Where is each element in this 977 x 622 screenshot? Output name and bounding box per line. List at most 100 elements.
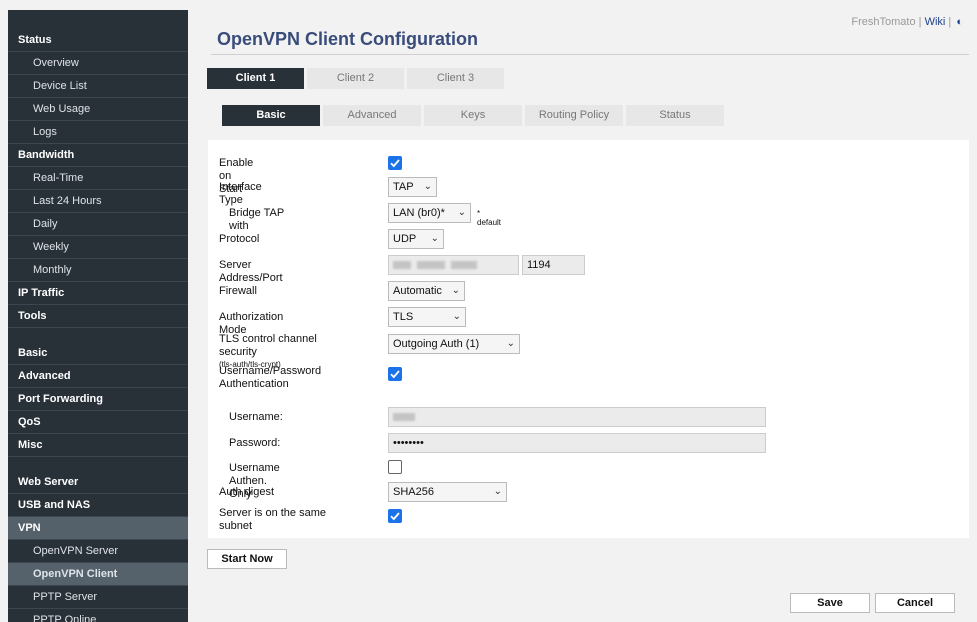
enable-on-start-checkbox[interactable] xyxy=(388,156,402,170)
auth-digest-select[interactable]: SHA256 ⌄ xyxy=(388,482,507,502)
nav-item-web-usage[interactable]: Web Usage xyxy=(8,98,188,121)
interface-type-select[interactable]: TAP ⌄ xyxy=(388,177,437,197)
protocol-value: UDP xyxy=(393,233,417,245)
chevron-down-icon: ⌄ xyxy=(493,486,502,497)
cancel-button[interactable]: Cancel xyxy=(875,593,955,613)
sidebar-nav: Status Overview Device List Web Usage Lo… xyxy=(8,10,188,622)
row-bridge-tap: Bridge TAP with LAN (br0)* ⌄ * default xyxy=(219,203,501,232)
tls-control-select[interactable]: Outgoing Auth (1) ⌄ xyxy=(388,334,520,354)
auth-mode-value: TLS xyxy=(393,311,414,323)
nav-cat-tools[interactable]: Tools xyxy=(8,305,188,328)
nav-cat-usb-and-nas[interactable]: USB and NAS xyxy=(8,494,188,517)
brand-separator: | xyxy=(918,16,922,28)
brand-name: FreshTomato xyxy=(851,16,916,28)
nav-item-last-24-hours[interactable]: Last 24 Hours xyxy=(8,190,188,213)
nav-item-pptp-server[interactable]: PPTP Server xyxy=(8,586,188,609)
nav-cat-bandwidth[interactable]: Bandwidth xyxy=(8,144,188,167)
start-now-button[interactable]: Start Now xyxy=(207,549,287,569)
auth-digest-label: Auth digest xyxy=(219,486,275,498)
row-enable-on-start: Enable on Start xyxy=(219,156,402,195)
tab-client-2[interactable]: Client 2 xyxy=(307,68,404,89)
row-tls-control: TLS control channel security (tls-auth/t… xyxy=(219,333,520,369)
userpass-auth-label: Username/Password Authentication xyxy=(219,365,322,390)
page-title: OpenVPN Client Configuration xyxy=(217,29,478,49)
bridge-tap-select[interactable]: LAN (br0)* ⌄ xyxy=(388,203,471,223)
nav-item-weekly[interactable]: Weekly xyxy=(8,236,188,259)
firewall-value: Automatic xyxy=(393,285,442,297)
theme-toggle-icon[interactable]: ◐ xyxy=(956,16,963,28)
nav-cat-basic[interactable]: Basic xyxy=(8,342,188,365)
server-address-input[interactable] xyxy=(388,255,519,275)
nav-item-device-list[interactable]: Device List xyxy=(8,75,188,98)
bridge-tap-value: LAN (br0)* xyxy=(393,207,445,219)
server-port-input[interactable]: 1194 xyxy=(522,255,585,275)
redacted-text xyxy=(417,261,445,270)
password-label: Password: xyxy=(229,437,281,449)
tls-control-value: Outgoing Auth (1) xyxy=(393,338,480,350)
nav-cat-port-forwarding[interactable]: Port Forwarding xyxy=(8,388,188,411)
nav-cat-ip-traffic[interactable]: IP Traffic xyxy=(8,282,188,305)
nav-item-logs[interactable]: Logs xyxy=(8,121,188,144)
chevron-down-icon: ⌄ xyxy=(430,233,439,244)
tab-client-3[interactable]: Client 3 xyxy=(407,68,504,89)
nav-cat-vpn[interactable]: VPN xyxy=(8,517,188,540)
nav-item-overview[interactable]: Overview xyxy=(8,52,188,75)
firewall-select[interactable]: Automatic ⌄ xyxy=(388,281,465,301)
protocol-select[interactable]: UDP ⌄ xyxy=(388,229,444,249)
redacted-text xyxy=(393,261,411,270)
save-button[interactable]: Save xyxy=(790,593,870,613)
row-protocol: Protocol UDP ⌄ xyxy=(219,229,444,249)
username-label: Username: xyxy=(229,411,283,423)
bridge-default-note: * default xyxy=(477,209,502,227)
tab-keys[interactable]: Keys xyxy=(424,105,522,126)
row-auth-mode: Authorization Mode TLS ⌄ xyxy=(219,307,466,336)
nav-item-monthly[interactable]: Monthly xyxy=(8,259,188,282)
protocol-label: Protocol xyxy=(219,233,260,245)
redacted-text xyxy=(451,261,477,270)
nav-cat-web-server[interactable]: Web Server xyxy=(8,471,188,494)
chevron-down-icon: ⌄ xyxy=(457,207,466,218)
chevron-down-icon: ⌄ xyxy=(452,311,461,322)
chevron-down-icon: ⌄ xyxy=(451,285,460,296)
brand-separator-2: | xyxy=(948,16,952,28)
firewall-label: Firewall xyxy=(219,285,257,297)
tab-client-1[interactable]: Client 1 xyxy=(207,68,304,89)
row-auth-digest: Auth digest SHA256 ⌄ xyxy=(219,482,507,502)
tab-basic[interactable]: Basic xyxy=(222,105,320,126)
auth-digest-value: SHA256 xyxy=(393,486,434,498)
username-only-checkbox[interactable] xyxy=(388,460,402,474)
nav-cat-status[interactable]: Status xyxy=(8,29,188,52)
row-interface-type: Interface Type TAP ⌄ xyxy=(219,177,437,206)
wiki-link[interactable]: Wiki xyxy=(925,16,946,28)
nav-item-pptp-online[interactable]: PPTP Online xyxy=(8,609,188,622)
same-subnet-label: Server is on the same subnet xyxy=(219,507,326,532)
nav-item-openvpn-server[interactable]: OpenVPN Server xyxy=(8,540,188,563)
tab-advanced[interactable]: Advanced xyxy=(323,105,421,126)
nav-cat-misc[interactable]: Misc xyxy=(8,434,188,457)
title-divider xyxy=(211,54,969,55)
client-tabs: Client 1 Client 2 Client 3 xyxy=(207,68,504,89)
userpass-auth-checkbox[interactable] xyxy=(388,367,402,381)
password-input[interactable]: •••••••• xyxy=(388,433,766,453)
nav-item-openvpn-client[interactable]: OpenVPN Client xyxy=(8,563,188,586)
chevron-down-icon: ⌄ xyxy=(423,181,432,192)
row-userpass-auth: Username/Password Authentication xyxy=(219,365,402,390)
basic-settings-form: Enable on Start Interface Type TAP ⌄ Bri… xyxy=(208,140,969,538)
same-subnet-checkbox[interactable] xyxy=(388,509,402,523)
interface-type-value: TAP xyxy=(393,181,414,193)
tab-status[interactable]: Status xyxy=(626,105,724,126)
nav-cat-qos[interactable]: QoS xyxy=(8,411,188,434)
redacted-text xyxy=(393,413,415,422)
tab-routing-policy[interactable]: Routing Policy xyxy=(525,105,623,126)
username-input[interactable] xyxy=(388,407,766,427)
auth-mode-select[interactable]: TLS ⌄ xyxy=(388,307,466,327)
main-content: FreshTomato | Wiki | ◐ OpenVPN Client Co… xyxy=(203,10,969,622)
row-same-subnet: Server is on the same subnet xyxy=(219,507,402,532)
nav-cat-advanced[interactable]: Advanced xyxy=(8,365,188,388)
row-firewall: Firewall Automatic ⌄ xyxy=(219,281,465,301)
tls-control-label-text: TLS control channel security xyxy=(219,333,317,358)
section-tabs: Basic Advanced Keys Routing Policy Statu… xyxy=(222,105,724,126)
nav-item-daily[interactable]: Daily xyxy=(8,213,188,236)
nav-item-real-time[interactable]: Real-Time xyxy=(8,167,188,190)
brand-links: FreshTomato | Wiki | ◐ xyxy=(851,16,963,28)
